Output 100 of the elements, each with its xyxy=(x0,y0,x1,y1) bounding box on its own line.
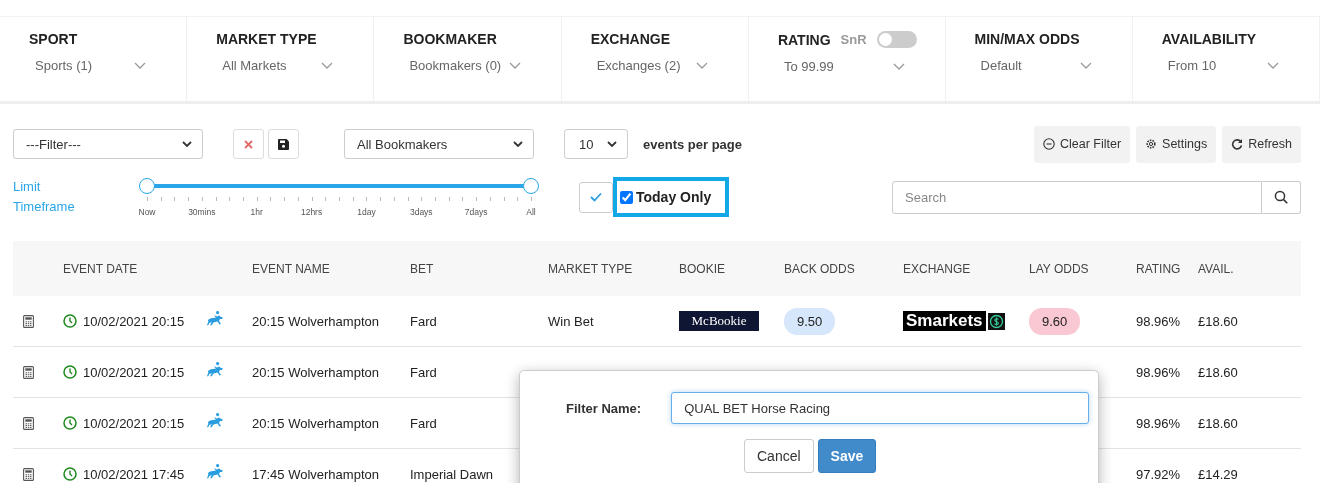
column-header: BACK ODDS xyxy=(784,261,856,276)
filter-dropdown[interactable]: Sports (1) xyxy=(29,57,159,74)
rating-value: 98.96% xyxy=(1136,364,1182,380)
search-icon xyxy=(1274,190,1288,204)
chevron-down-icon xyxy=(892,63,905,70)
availability-value: £14.29 xyxy=(1198,466,1239,482)
availability-value: £18.60 xyxy=(1198,415,1239,431)
per-page-select[interactable]: 10 xyxy=(564,129,628,159)
checkbox-label: Today Only xyxy=(636,189,712,205)
column-header: EVENT DATE xyxy=(63,261,139,276)
refresh-button[interactable]: Refresh xyxy=(1222,125,1301,163)
column-header: BOOKIE xyxy=(679,261,726,276)
column-header: AVAIL. xyxy=(1198,261,1235,276)
calculator-icon xyxy=(23,365,34,379)
slider-thumb[interactable] xyxy=(139,178,155,194)
field-label: Filter Name: xyxy=(566,400,642,416)
horse-rider-icon xyxy=(205,464,225,481)
bookmaker-select[interactable]: All Bookmakers xyxy=(344,129,534,159)
filter-label: MARKET TYPE xyxy=(216,31,317,47)
horse-rider-icon xyxy=(205,362,225,379)
bet-name: Imperial Dawn xyxy=(410,466,495,482)
clock-icon xyxy=(63,314,77,328)
column-header: EVENT NAME xyxy=(252,261,331,276)
calculator-icon xyxy=(23,467,34,481)
slider-thumb[interactable] xyxy=(523,178,539,194)
tick-label: 12hrs xyxy=(300,207,323,217)
column-header: MARKET TYPE xyxy=(548,261,634,276)
dollar-coin-icon xyxy=(987,312,1005,330)
availability-value: £18.60 xyxy=(1198,313,1239,329)
toggle-switch[interactable] xyxy=(876,31,917,48)
calculator-icon xyxy=(23,314,34,328)
filter-dropdown[interactable]: Default xyxy=(974,57,1104,74)
bet-name: Fard xyxy=(410,415,438,431)
tick-label: 7days xyxy=(464,207,488,217)
close-icon xyxy=(244,139,253,149)
column-header: LAY ODDS xyxy=(1029,261,1090,276)
tick-label: 1day xyxy=(357,207,376,217)
clear-button[interactable]: Clear Filter xyxy=(1033,125,1131,163)
tick-label: 3days xyxy=(409,207,433,217)
event-name: 20:15 Wolverhampton xyxy=(252,364,380,380)
filter-select[interactable]: ---Filter--- xyxy=(13,129,203,159)
filter-dropdown[interactable]: All Markets xyxy=(216,57,346,74)
filter-label: MIN/MAX ODDS xyxy=(974,31,1080,47)
filter-label: BOOKMAKER xyxy=(403,31,497,47)
tick-label: 30mins xyxy=(188,207,216,217)
toggle-label: SnR xyxy=(840,32,867,47)
filter-name-field[interactable]: QUAL BET Horse Racing xyxy=(671,392,1090,424)
checkbox[interactable] xyxy=(620,190,633,204)
event-date: 10/02/2021 20:15 xyxy=(83,313,185,329)
clock-icon xyxy=(63,467,77,481)
horse-rider-icon xyxy=(205,311,225,328)
availability-value: £18.60 xyxy=(1198,364,1239,380)
event-name: 20:15 Wolverhampton xyxy=(252,415,380,431)
exchange-logo: Smarkets xyxy=(903,311,986,331)
chevron-down-icon xyxy=(607,141,617,147)
column-header: EXCHANGE xyxy=(903,261,972,276)
bet-name: Fard xyxy=(410,364,438,380)
timeframe-label: Limit Timeframe xyxy=(13,178,76,216)
tick-label: All xyxy=(526,207,536,217)
cancel-button[interactable]: Cancel xyxy=(744,439,814,473)
bet-name: Fard xyxy=(410,313,438,329)
chevron-down-icon xyxy=(1267,62,1279,69)
refresh-icon xyxy=(1231,138,1244,150)
market-type: Win Bet xyxy=(548,313,594,329)
minus-circle-icon xyxy=(1042,138,1055,150)
chevron-down-icon xyxy=(513,141,523,147)
filter-label: SPORT xyxy=(29,31,78,47)
tick-label: Now xyxy=(138,207,156,217)
filter-dropdown[interactable]: To 99.99 xyxy=(777,58,917,75)
tick-label: 1hr xyxy=(250,207,263,217)
check-icon xyxy=(590,192,602,202)
chevron-down-icon xyxy=(134,62,147,69)
rating-value: 97.92% xyxy=(1136,466,1182,482)
back-odds: 9.50 xyxy=(784,307,836,335)
apply-button[interactable] xyxy=(579,181,613,213)
save-button[interactable]: Save xyxy=(817,439,877,473)
column-header: RATING xyxy=(1136,261,1182,276)
bookie-logo: McBookie xyxy=(679,311,759,331)
per-page-label: events per page xyxy=(643,136,742,152)
save-button[interactable] xyxy=(268,129,299,159)
event-name: 20:15 Wolverhampton xyxy=(252,313,380,329)
column-header: BET xyxy=(410,261,435,276)
event-date: 10/02/2021 20:15 xyxy=(83,364,185,380)
clock-icon xyxy=(63,365,77,379)
rating-value: 98.96% xyxy=(1136,415,1182,431)
search-field[interactable]: Search xyxy=(892,180,1262,214)
filter-dropdown[interactable]: From 10 xyxy=(1161,57,1291,74)
filter-dropdown[interactable]: Bookmakers (0) xyxy=(403,57,533,74)
search-button[interactable] xyxy=(1262,180,1301,214)
filter-label: EXCHANGE xyxy=(590,31,671,47)
settings-button[interactable]: Settings xyxy=(1136,125,1217,163)
chevron-down-icon xyxy=(182,141,192,147)
timeframe-slider[interactable]: Now 30mins 1hr 12hrs 1day 3days 7days All xyxy=(137,175,541,219)
filter-label: RATING xyxy=(777,31,831,48)
event-name: 17:45 Wolverhampton xyxy=(252,466,380,482)
filter-dropdown[interactable]: Exchanges (2) xyxy=(590,57,720,74)
chevron-down-icon xyxy=(321,62,334,69)
calculator-icon xyxy=(23,416,34,430)
clock-icon xyxy=(63,416,77,430)
rating-value: 98.96% xyxy=(1136,313,1182,329)
